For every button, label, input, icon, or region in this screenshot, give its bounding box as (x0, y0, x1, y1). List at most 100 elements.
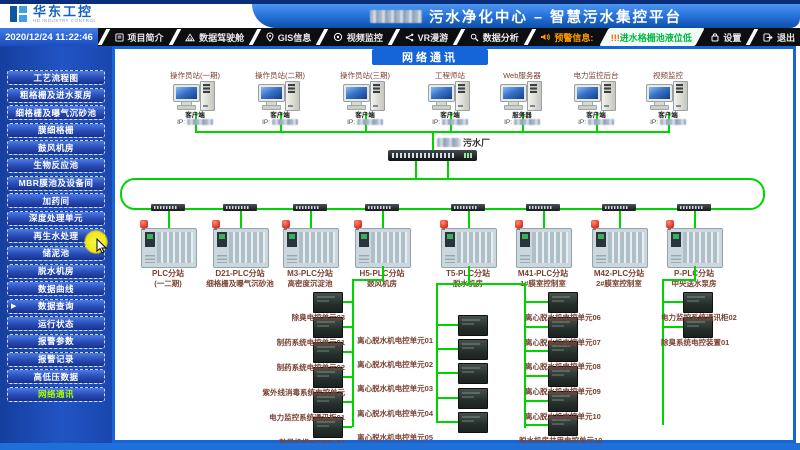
scada-window: 华东工控 HD INDUSTRY CONTROL 污水净化中心 – 智慧污水集控… (0, 0, 800, 450)
unit-bus-c (524, 283, 526, 428)
sidebar-item-dewatering-room[interactable]: 脱水机房 (7, 264, 105, 279)
menu-item-exit[interactable]: 退出 (758, 28, 800, 46)
ring-switch (677, 204, 711, 211)
sidebar-item-label: 鼓风机房 (38, 142, 74, 154)
ip-label: IP: (432, 119, 440, 126)
sidebar-item-process-flow[interactable]: 工艺流程图 (7, 70, 105, 85)
workstation-power-monitor: 电力监控后台 客户端 IP: (561, 70, 631, 126)
sidebar-item-alarm-params[interactable]: 报警参数 (7, 334, 105, 349)
sidebar-item-label: 网络通讯 (38, 388, 74, 400)
network-line (447, 161, 449, 178)
network-line (382, 266, 384, 279)
share-icon (405, 33, 414, 42)
sidebar-item-label: 储泥池 (42, 247, 69, 259)
menu-item-label: 视频监控 (347, 31, 383, 44)
menu-item-data-analysis[interactable]: 数据分析 (465, 28, 524, 46)
workstation-name: 工程师站 (415, 70, 485, 80)
network-line (524, 350, 548, 352)
menu-item-project-intro[interactable]: 项目简介 (110, 28, 169, 46)
sidebar-item-label: 再生水处理 (33, 230, 78, 242)
menu-separator (746, 29, 758, 45)
sidebar-item-data-curve[interactable]: 数据曲线 (7, 281, 105, 296)
unit-label: 除臭系统电控装置01 (661, 337, 729, 348)
menu-item-settings[interactable]: 设置 (706, 28, 746, 46)
unit-label: 离心脱水机电控单元02 (305, 359, 433, 370)
bottom-bar (0, 443, 800, 450)
network-line (436, 397, 458, 399)
plc-station (592, 228, 648, 268)
network-line (310, 211, 312, 228)
network-line (352, 279, 384, 281)
sidebar-item-coarse-screen[interactable]: 粗格栅及进水泵房 (7, 88, 105, 103)
menu-separator (249, 29, 261, 45)
menu-item-video-monitor[interactable]: 视频监控 (328, 28, 388, 46)
sidebar-item-data-query[interactable]: 数据查询 (7, 299, 105, 314)
computer-icon (173, 81, 217, 112)
network-line (436, 324, 458, 326)
unit-label: 除臭电控单元03 (217, 312, 345, 323)
sidebar-item-blower-room[interactable]: 鼓风机房 (7, 140, 105, 155)
workstation-ip: IP: (160, 119, 230, 126)
network-line (524, 400, 548, 402)
alarm-beacon-icon (440, 220, 448, 228)
workstation-operator-1: 操作员站(一期) 客户端 IP: (160, 70, 230, 126)
sidebar-item-label: 生物反应池 (33, 159, 78, 171)
alarm-beacon-icon (666, 220, 674, 228)
plc-station (141, 228, 197, 268)
ring-switch (602, 204, 636, 211)
computer-icon (343, 81, 387, 112)
ip-label: IP: (177, 119, 185, 126)
menu-item-alarm-info[interactable]: 预警信息: (535, 28, 598, 46)
plant-label: 污水厂 (437, 136, 490, 149)
workstation-name: 电力监控后台 (561, 70, 631, 80)
network-line (524, 326, 548, 328)
network-line (240, 211, 242, 228)
workstation-role: 客户端 (330, 112, 400, 119)
book-icon (115, 33, 124, 42)
sidebar-item-advanced-treatment[interactable]: 深度处理单元 (7, 211, 105, 226)
control-unit (458, 363, 488, 384)
workstation-ip: IP: (330, 119, 400, 126)
network-line (543, 211, 545, 228)
sidebar-item-hv-lv-data[interactable]: 高低压数据 (7, 369, 105, 384)
exit-icon (763, 33, 773, 42)
workstation-ip: IP: (633, 119, 703, 126)
menu-item-vr-tour[interactable]: VR漫游 (400, 28, 454, 46)
workstation-engineer: 工程师站 客户端 IP: (415, 70, 485, 126)
sidebar-item-dosing-room[interactable]: 加药间 (7, 193, 105, 208)
sidebar-item-label: 报警参数 (38, 335, 74, 347)
network-line (168, 211, 170, 228)
menu-separator (523, 29, 535, 45)
sidebar-item-label: MBR膜池及设备间 (19, 177, 94, 189)
menu-item-data-cockpit[interactable]: 数据驾驶舱 (180, 28, 249, 46)
computer-icon (428, 81, 472, 112)
sidebar-item-label: 数据查询 (38, 300, 74, 312)
mouse-cursor (96, 238, 108, 254)
workstation-ip: IP: (415, 119, 485, 126)
workstation-role: 客户端 (561, 112, 631, 119)
sidebar-item-alarm-records[interactable]: 报警记录 (7, 352, 105, 367)
ring-switch (365, 204, 399, 211)
exit-label: 退出 (777, 31, 795, 44)
ring-switch (223, 204, 257, 211)
redacted-ip (187, 119, 213, 125)
sidebar-item-network-comm[interactable]: 网络通讯 (7, 387, 105, 402)
alarm-beacon-icon (282, 220, 290, 228)
plc-location: 2#膜室控制室 (577, 279, 661, 288)
network-line (662, 301, 683, 303)
ip-label: IP: (650, 119, 658, 126)
sidebar-item-membrane-screen[interactable]: 膜细格栅 (7, 123, 105, 138)
network-line (694, 211, 696, 228)
sidebar-item-mbr[interactable]: MBR膜池及设备间 (7, 176, 105, 191)
control-unit (313, 292, 343, 313)
redacted-ip (514, 119, 540, 125)
alert-text: 进水格栅池液位低 (621, 33, 693, 43)
sidebar-item-bio-reactor[interactable]: 生物反应池 (7, 158, 105, 173)
camera-target-icon (333, 32, 343, 42)
network-diagram-canvas: 网络通讯 操作员站(一期) 客户端 IP: 操作员站(二期) 客户端 IP: 操… (112, 46, 796, 443)
control-unit (548, 292, 578, 313)
menu-item-gis-info[interactable]: GIS信息 (261, 28, 317, 46)
sidebar-item-fine-screen[interactable]: 细格栅及曝气沉砂池 (7, 105, 105, 120)
sidebar-item-run-status[interactable]: 运行状态 (7, 316, 105, 331)
ring-switch (293, 204, 327, 211)
